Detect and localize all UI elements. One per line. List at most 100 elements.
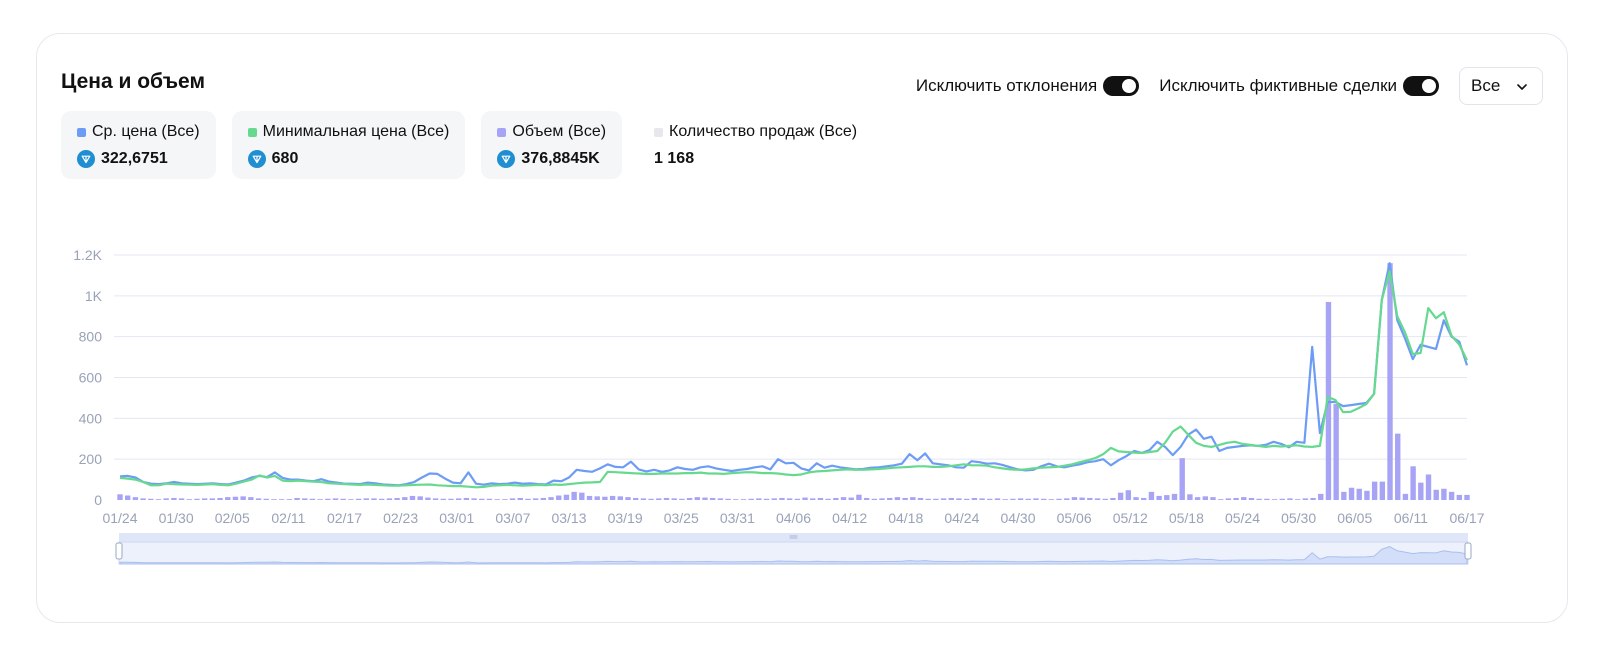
volume-bar xyxy=(656,498,662,500)
volume-bar xyxy=(271,499,277,500)
x-tick-label: 04/30 xyxy=(1000,510,1035,526)
volume-bar xyxy=(694,497,700,500)
volume-bar xyxy=(1148,491,1155,500)
volume-bar xyxy=(786,498,793,500)
x-tick-label: 03/19 xyxy=(608,510,643,526)
x-tick-label: 04/18 xyxy=(888,510,923,526)
volume-bar xyxy=(1094,498,1101,500)
x-tick-label: 06/17 xyxy=(1449,510,1484,526)
volume-bar xyxy=(994,498,1001,500)
volume-bar xyxy=(679,498,685,500)
volume-bar xyxy=(1441,488,1447,500)
volume-bar xyxy=(825,498,831,500)
volume-bar xyxy=(956,498,962,500)
x-tick-label: 03/25 xyxy=(664,510,699,526)
volume-bar xyxy=(425,497,431,500)
volume-bar xyxy=(1002,499,1008,500)
volume-bar xyxy=(1356,488,1362,500)
volume-bar xyxy=(871,498,878,500)
min-price-line xyxy=(119,270,1468,489)
volume-bar xyxy=(1187,494,1193,500)
volume-bar xyxy=(1341,491,1347,500)
volume-bar xyxy=(1302,498,1309,500)
volume-bar xyxy=(848,497,854,500)
volume-bar xyxy=(132,497,139,500)
y-tick-label: 200 xyxy=(79,451,103,467)
volume-bar xyxy=(579,492,585,500)
x-tick-label: 02/11 xyxy=(271,510,305,526)
volume-bar xyxy=(840,497,847,500)
volume-bar xyxy=(1241,497,1247,500)
volume-bar xyxy=(1079,497,1085,500)
avg-price-line xyxy=(119,262,1469,487)
zoom-handle-left[interactable] xyxy=(115,542,123,560)
volume-bar xyxy=(748,498,754,500)
volume-bar xyxy=(1402,493,1409,500)
volume-bar xyxy=(987,498,993,500)
volume-bar xyxy=(1048,499,1055,500)
x-tick-label: 04/06 xyxy=(776,510,811,526)
volume-bar xyxy=(140,498,146,500)
volume-bar xyxy=(1071,497,1078,500)
volume-bar xyxy=(1064,498,1070,500)
volume-bar xyxy=(794,498,801,500)
volume-bar xyxy=(309,498,316,500)
volume-bar xyxy=(201,498,208,500)
volume-bar xyxy=(917,497,924,500)
volume-bar xyxy=(1264,498,1270,500)
volume-bar xyxy=(186,499,192,500)
x-tick-label: 02/17 xyxy=(327,510,362,526)
x-tick-label: 02/23 xyxy=(383,510,418,526)
volume-bar xyxy=(1333,404,1339,500)
volume-bar xyxy=(894,497,901,500)
volume-bar xyxy=(302,498,308,500)
volume-bar xyxy=(348,499,354,500)
volume-bar xyxy=(1156,495,1162,500)
volume-bar xyxy=(1102,498,1108,500)
volume-bar xyxy=(1171,493,1178,500)
volume-bar xyxy=(525,498,531,500)
volume-bar xyxy=(209,498,216,500)
volume-bar xyxy=(317,499,323,500)
x-tick-label: 04/24 xyxy=(944,510,979,526)
volume-bar xyxy=(494,499,500,500)
volume-bar xyxy=(255,498,262,500)
x-tick-label: 03/07 xyxy=(495,510,530,526)
volume-bar xyxy=(948,497,954,500)
y-tick-label: 1.2K xyxy=(73,247,102,263)
volume-bar xyxy=(1117,492,1124,500)
volume-bar xyxy=(940,498,947,500)
volume-bar xyxy=(810,498,816,500)
volume-bar xyxy=(340,498,346,500)
volume-bar xyxy=(879,498,885,500)
volume-bar xyxy=(671,498,677,500)
zoom-handle-right[interactable] xyxy=(1464,542,1472,560)
y-tick-label: 1K xyxy=(85,288,103,304)
volume-bar xyxy=(702,497,708,500)
volume-bar xyxy=(325,498,331,500)
volume-bar xyxy=(394,497,400,500)
volume-bar xyxy=(417,496,423,500)
volume-bar xyxy=(155,499,162,500)
volume-bar xyxy=(602,496,608,500)
volume-bar xyxy=(178,498,185,500)
volume-bar xyxy=(887,497,893,500)
x-tick-label: 05/18 xyxy=(1169,510,1204,526)
volume-bar xyxy=(548,497,554,500)
volume-bar xyxy=(763,498,770,500)
volume-bar xyxy=(532,498,539,500)
volume-bar xyxy=(440,498,446,500)
volume-bar xyxy=(1410,466,1416,500)
volume-bar xyxy=(1210,497,1216,500)
volume-bar xyxy=(502,499,508,500)
volume-bar xyxy=(363,498,370,500)
volume-bar xyxy=(517,497,523,500)
volume-bar xyxy=(448,498,454,500)
volume-bar xyxy=(1418,482,1424,500)
volume-bar xyxy=(1387,263,1393,500)
x-tick-label: 03/31 xyxy=(720,510,755,526)
volume-bar xyxy=(802,497,808,500)
volume-bar xyxy=(1348,487,1355,500)
volume-bar xyxy=(148,498,154,500)
volume-bar xyxy=(1010,498,1016,500)
